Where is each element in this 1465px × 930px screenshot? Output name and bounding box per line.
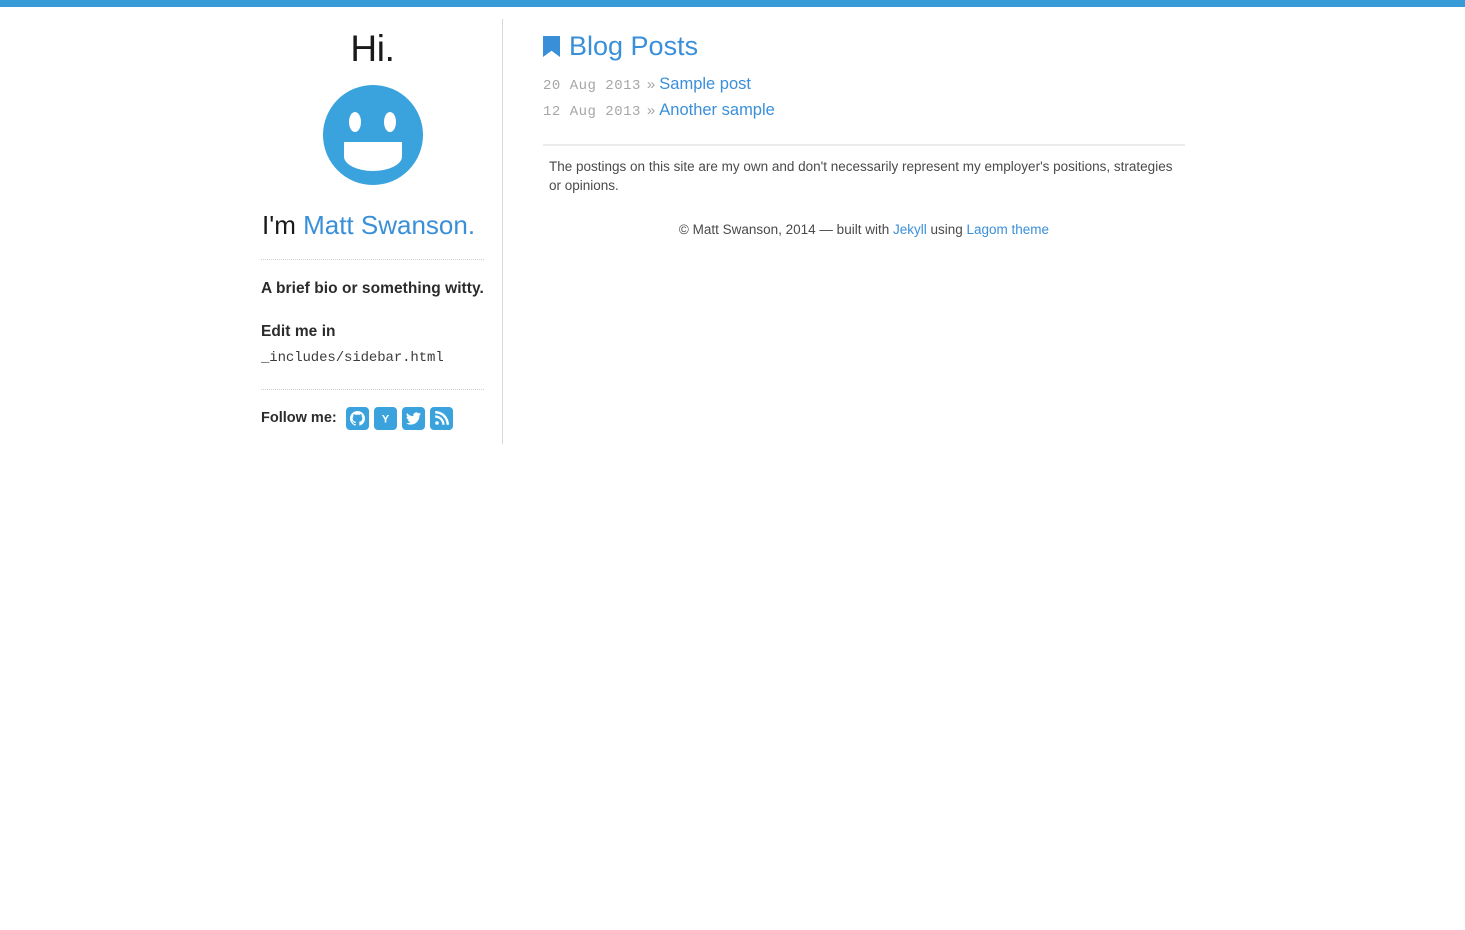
sidebar-rule-bottom bbox=[261, 388, 484, 390]
copyright-middle: using bbox=[926, 221, 967, 237]
edit-instruction: Edit me in _includes/sidebar.html bbox=[261, 320, 484, 367]
follow-row: Follow me: Y bbox=[261, 406, 484, 430]
github-icon[interactable] bbox=[345, 406, 369, 430]
post-date: 20 Aug 2013 bbox=[543, 78, 641, 94]
list-item: 12 Aug 2013 » Another sample bbox=[543, 98, 1185, 124]
content-divider bbox=[543, 144, 1185, 146]
section-heading: Blog Posts bbox=[543, 7, 1185, 60]
twitter-icon[interactable] bbox=[401, 406, 425, 430]
rss-icon[interactable] bbox=[429, 406, 453, 430]
bio-text: A brief bio or something witty. bbox=[261, 279, 484, 297]
post-separator: » bbox=[646, 102, 656, 119]
author-name: Matt Swanson bbox=[303, 210, 468, 240]
page-title: I'm Matt Swanson. bbox=[262, 211, 484, 240]
post-link[interactable]: Another sample bbox=[659, 101, 775, 119]
sidebar: Hi. I'm Matt Swanson. A brief bio or som… bbox=[261, 7, 484, 430]
post-date: 12 Aug 2013 bbox=[543, 104, 641, 120]
post-link[interactable]: Sample post bbox=[659, 75, 751, 93]
greeting-heading: Hi. bbox=[350, 28, 395, 69]
edit-label: Edit me in bbox=[261, 322, 336, 340]
copyright-prefix: © Matt Swanson, 2014 — built with bbox=[678, 221, 893, 237]
disclaimer-text: The postings on this site are my own and… bbox=[549, 159, 1173, 193]
sidebar-rule-top bbox=[261, 258, 484, 260]
hacker-news-icon[interactable]: Y bbox=[373, 406, 397, 430]
top-accent-bar bbox=[0, 0, 1465, 7]
bookmark-icon bbox=[543, 35, 560, 58]
svg-text:Y: Y bbox=[381, 413, 389, 425]
list-item: 20 Aug 2013 » Sample post bbox=[543, 72, 1185, 98]
footer-copyright: © Matt Swanson, 2014 — built with Jekyll… bbox=[543, 222, 1185, 237]
main-content: Blog Posts 20 Aug 2013 » Sample post 12 Au… bbox=[543, 7, 1185, 237]
intro-suffix: . bbox=[467, 210, 476, 240]
theme-link[interactable]: Lagom theme bbox=[967, 222, 1050, 237]
follow-label: Follow me: bbox=[261, 410, 337, 427]
smiley-face-icon bbox=[322, 85, 423, 185]
post-separator: » bbox=[646, 76, 656, 93]
avatar bbox=[261, 85, 484, 190]
sidebar-divider bbox=[502, 19, 503, 444]
jekyll-link[interactable]: Jekyll bbox=[893, 222, 927, 237]
section-heading-label: Blog Posts bbox=[569, 31, 699, 61]
edit-file-path: _includes/sidebar.html bbox=[261, 349, 444, 366]
post-list: 20 Aug 2013 » Sample post 12 Aug 2013 » Anot… bbox=[543, 72, 1185, 124]
intro-prefix: I'm bbox=[262, 210, 304, 240]
